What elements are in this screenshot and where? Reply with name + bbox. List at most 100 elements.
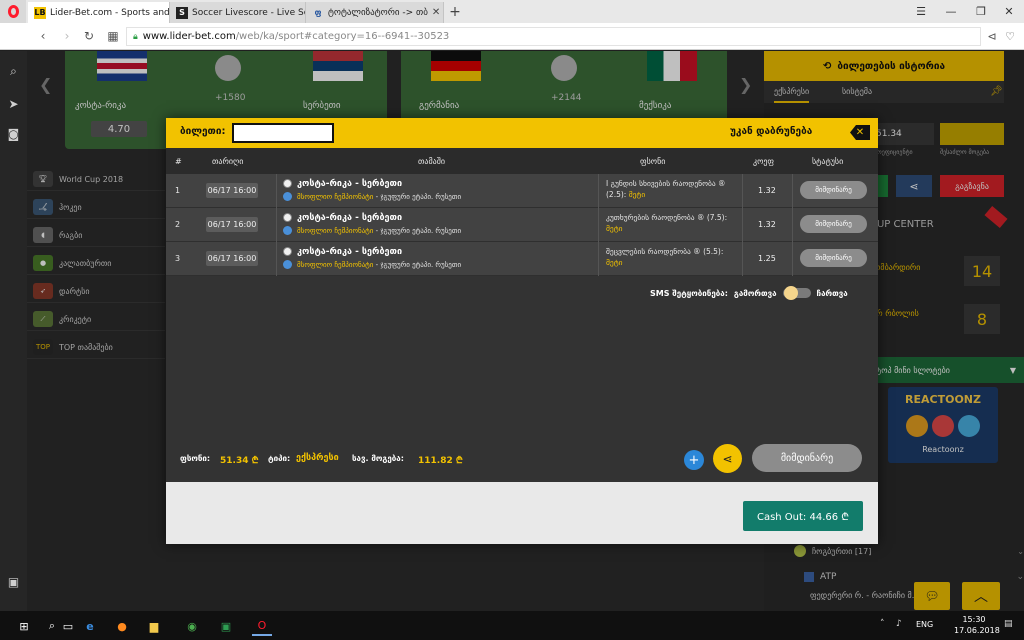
tab-title: Soccer Livescore - Live Sco <box>192 7 306 18</box>
status-badge: მიმდინარე <box>800 181 867 199</box>
bet-market: კუთხურების რაოდენობა ® (7.5): <box>606 213 728 222</box>
browser-tab-bar: LB Lider-Bet.com - Sports and ✕ S Soccer… <box>0 0 1024 23</box>
event-league: მსოფლიო ჩემპიონატი - ჯგუფური ეტაპი. რუსე… <box>297 193 461 201</box>
tab-title: ტოტალიზატორი -> თბ <box>328 7 428 18</box>
type-value: ექსპრესი <box>296 453 339 463</box>
tab-totalizator[interactable]: ფ ტოტალიზატორი -> თბ ✕ <box>306 2 444 23</box>
lider-bet-favicon-icon: LB <box>34 6 46 19</box>
event-name[interactable]: კოსტა-რიკა - სერბეთი <box>297 247 402 257</box>
volume-icon[interactable]: ♪ <box>896 619 902 629</box>
windows-taskbar: ⊞ ⌕ ▭ e ● ▆ ◉ ▣ O ˄ ♪ ENG 15:30 17.06.201… <box>0 611 1024 640</box>
stake-label: ფსონი: <box>180 454 211 463</box>
event-name[interactable]: კოსტა-რიკა - სერბეთი <box>297 179 402 189</box>
snapshot-icon[interactable]: ⊲ <box>984 28 1000 44</box>
type-label: ტიპი: <box>268 454 291 463</box>
lock-icon: 🔒︎ <box>133 31 138 42</box>
send-icon[interactable]: ➤ <box>5 95 22 112</box>
opera-menu-button[interactable] <box>0 0 26 23</box>
opera-taskbar-icon[interactable]: O <box>252 616 272 636</box>
col-num: # <box>175 157 182 166</box>
row-date: 06/17 16:00 <box>206 251 258 266</box>
forward-arrow-icon[interactable]: › <box>58 27 76 45</box>
league-name: მსოფლიო ჩემპიონატი <box>297 261 374 269</box>
add-button[interactable]: + <box>684 450 704 470</box>
tab-soccer-livescore[interactable]: S Soccer Livescore - Live Sco ✕ <box>170 2 306 23</box>
windows-start-icon[interactable]: ⊞ <box>14 616 34 636</box>
divider <box>742 174 743 208</box>
league-name: მსოფლიო ჩემპიონატი <box>297 193 374 201</box>
sms-off-label[interactable]: გამორთვა <box>734 289 777 298</box>
tab-lider-bet[interactable]: LB Lider-Bet.com - Sports and ✕ <box>28 2 170 23</box>
language-indicator[interactable]: ENG <box>916 620 933 629</box>
minimize-icon[interactable]: — <box>936 0 966 23</box>
camera-icon[interactable]: ◙ <box>5 125 22 142</box>
tab-menu-icon[interactable]: ☰ <box>906 0 936 23</box>
modal-header: ბილეთი: უკან დაბრუნება ✕ <box>166 118 878 148</box>
divider <box>276 208 277 242</box>
url-input[interactable]: 🔒︎ www.lider-bet.com /web/ka/sport#categ… <box>126 27 981 46</box>
league-name: მსოფლიო ჩემპიონატი <box>297 227 374 235</box>
col-coef: კოეფ <box>753 157 775 166</box>
share-button[interactable]: ⋖ <box>713 444 742 473</box>
plus-icon: + <box>688 452 700 468</box>
soccer-ball-icon <box>283 179 292 188</box>
table-row[interactable]: 1 06/17 16:00 კოსტა-რიკა - სერბეთი მსოფლ… <box>166 174 878 208</box>
opera-logo-icon <box>7 5 19 18</box>
sidebar-toggle-icon[interactable]: ▣ <box>5 573 22 590</box>
new-tab-button[interactable]: + <box>447 2 463 21</box>
league-stage: - ჯგუფური ეტაპი. რუსეთი <box>373 227 462 235</box>
event-league: მსოფლიო ჩემპიონატი - ჯგუფური ეტაპი. რუსე… <box>297 261 461 269</box>
soccer-favicon-icon: S <box>176 6 188 19</box>
clock[interactable]: 15:30 17.06.2018 <box>954 614 1000 636</box>
ticket-id-redacted <box>232 123 334 143</box>
row-num: 2 <box>175 220 181 229</box>
event-name[interactable]: კოსტა-რიკა - სერბეთი <box>297 213 402 223</box>
tab-title: Lider-Bet.com - Sports and <box>50 7 170 18</box>
restore-icon[interactable]: ❐ <box>966 0 996 23</box>
league-stage: - ჯგუფური ეტაპი. რუსეთი <box>373 261 462 269</box>
back-arrow-icon[interactable]: ‹ <box>34 27 52 45</box>
notifications-icon[interactable]: ▤ <box>1004 619 1013 629</box>
opera-sidebar: ⌕ ➤ ◙ ▣ <box>0 51 27 611</box>
ticket-summary: ფსონი: 51.34 ₾ ტიპი: ექსპრესი სავ. მოგებ… <box>166 436 878 482</box>
table-row[interactable]: 3 06/17 16:00 კოსტა-რიკა - სერბეთი მსოფლ… <box>166 242 878 276</box>
sms-on-label[interactable]: ჩართვა <box>817 289 848 298</box>
current-status-button[interactable]: მიმდინარე <box>752 444 862 472</box>
tray-up-arrow-icon[interactable]: ˄ <box>880 619 885 629</box>
close-window-icon[interactable]: ✕ <box>994 0 1024 23</box>
firefox-icon[interactable]: ● <box>112 616 132 636</box>
bet-market: შეცვლების რაოდენობა ® (5.5): <box>606 247 724 256</box>
file-explorer-icon[interactable]: ▆ <box>144 616 164 636</box>
divider <box>792 208 793 242</box>
chrome-icon[interactable]: ◉ <box>182 616 202 636</box>
url-host: www.lider-bet.com <box>142 31 236 42</box>
divider <box>598 174 599 208</box>
divider <box>792 242 793 276</box>
world-globe-icon <box>283 192 292 201</box>
close-tab-icon[interactable]: ✕ <box>428 7 440 18</box>
excel-icon[interactable]: ▣ <box>216 616 236 636</box>
cash-out-button[interactable]: Cash Out: 44.66 ₾ <box>743 501 863 531</box>
divider <box>742 208 743 242</box>
stake-value: 51.34 ₾ <box>220 456 259 466</box>
row-coef: 1.32 <box>758 220 776 229</box>
col-status: სტატუსი <box>812 157 844 166</box>
sms-toggle[interactable] <box>782 286 811 300</box>
bet-description: I გუნდის სხივების რაოდენობა ® (2.5): მეტ… <box>606 178 736 200</box>
divider <box>742 242 743 276</box>
table-row[interactable]: 2 06/17 16:00 კოსტა-რიკა - სერბეთი მსოფლ… <box>166 208 878 242</box>
status-badge: მიმდინარე <box>800 215 867 233</box>
search-icon[interactable]: ⌕ <box>5 63 22 80</box>
edge-icon[interactable]: e <box>80 616 100 636</box>
url-path: /web/ka/sport#category=16--6941--30523 <box>235 31 450 42</box>
row-num: 1 <box>175 186 181 195</box>
world-globe-icon <box>283 226 292 235</box>
task-view-icon[interactable]: ▭ <box>58 616 78 636</box>
speed-dial-icon[interactable]: ▦ <box>104 27 122 45</box>
backspace-close-icon[interactable]: ✕ <box>850 125 870 140</box>
bookmark-heart-icon[interactable]: ♡ <box>1002 28 1018 44</box>
ticket-details-modal: ბილეთი: უკან დაბრუნება ✕ # თარიღი თამაში… <box>166 118 878 544</box>
table-header: # თარიღი თამაში ფსონი კოეფ სტატუსი <box>166 148 878 174</box>
reload-icon[interactable]: ↻ <box>80 27 98 45</box>
go-back-link[interactable]: უკან დაბრუნება <box>730 126 812 137</box>
